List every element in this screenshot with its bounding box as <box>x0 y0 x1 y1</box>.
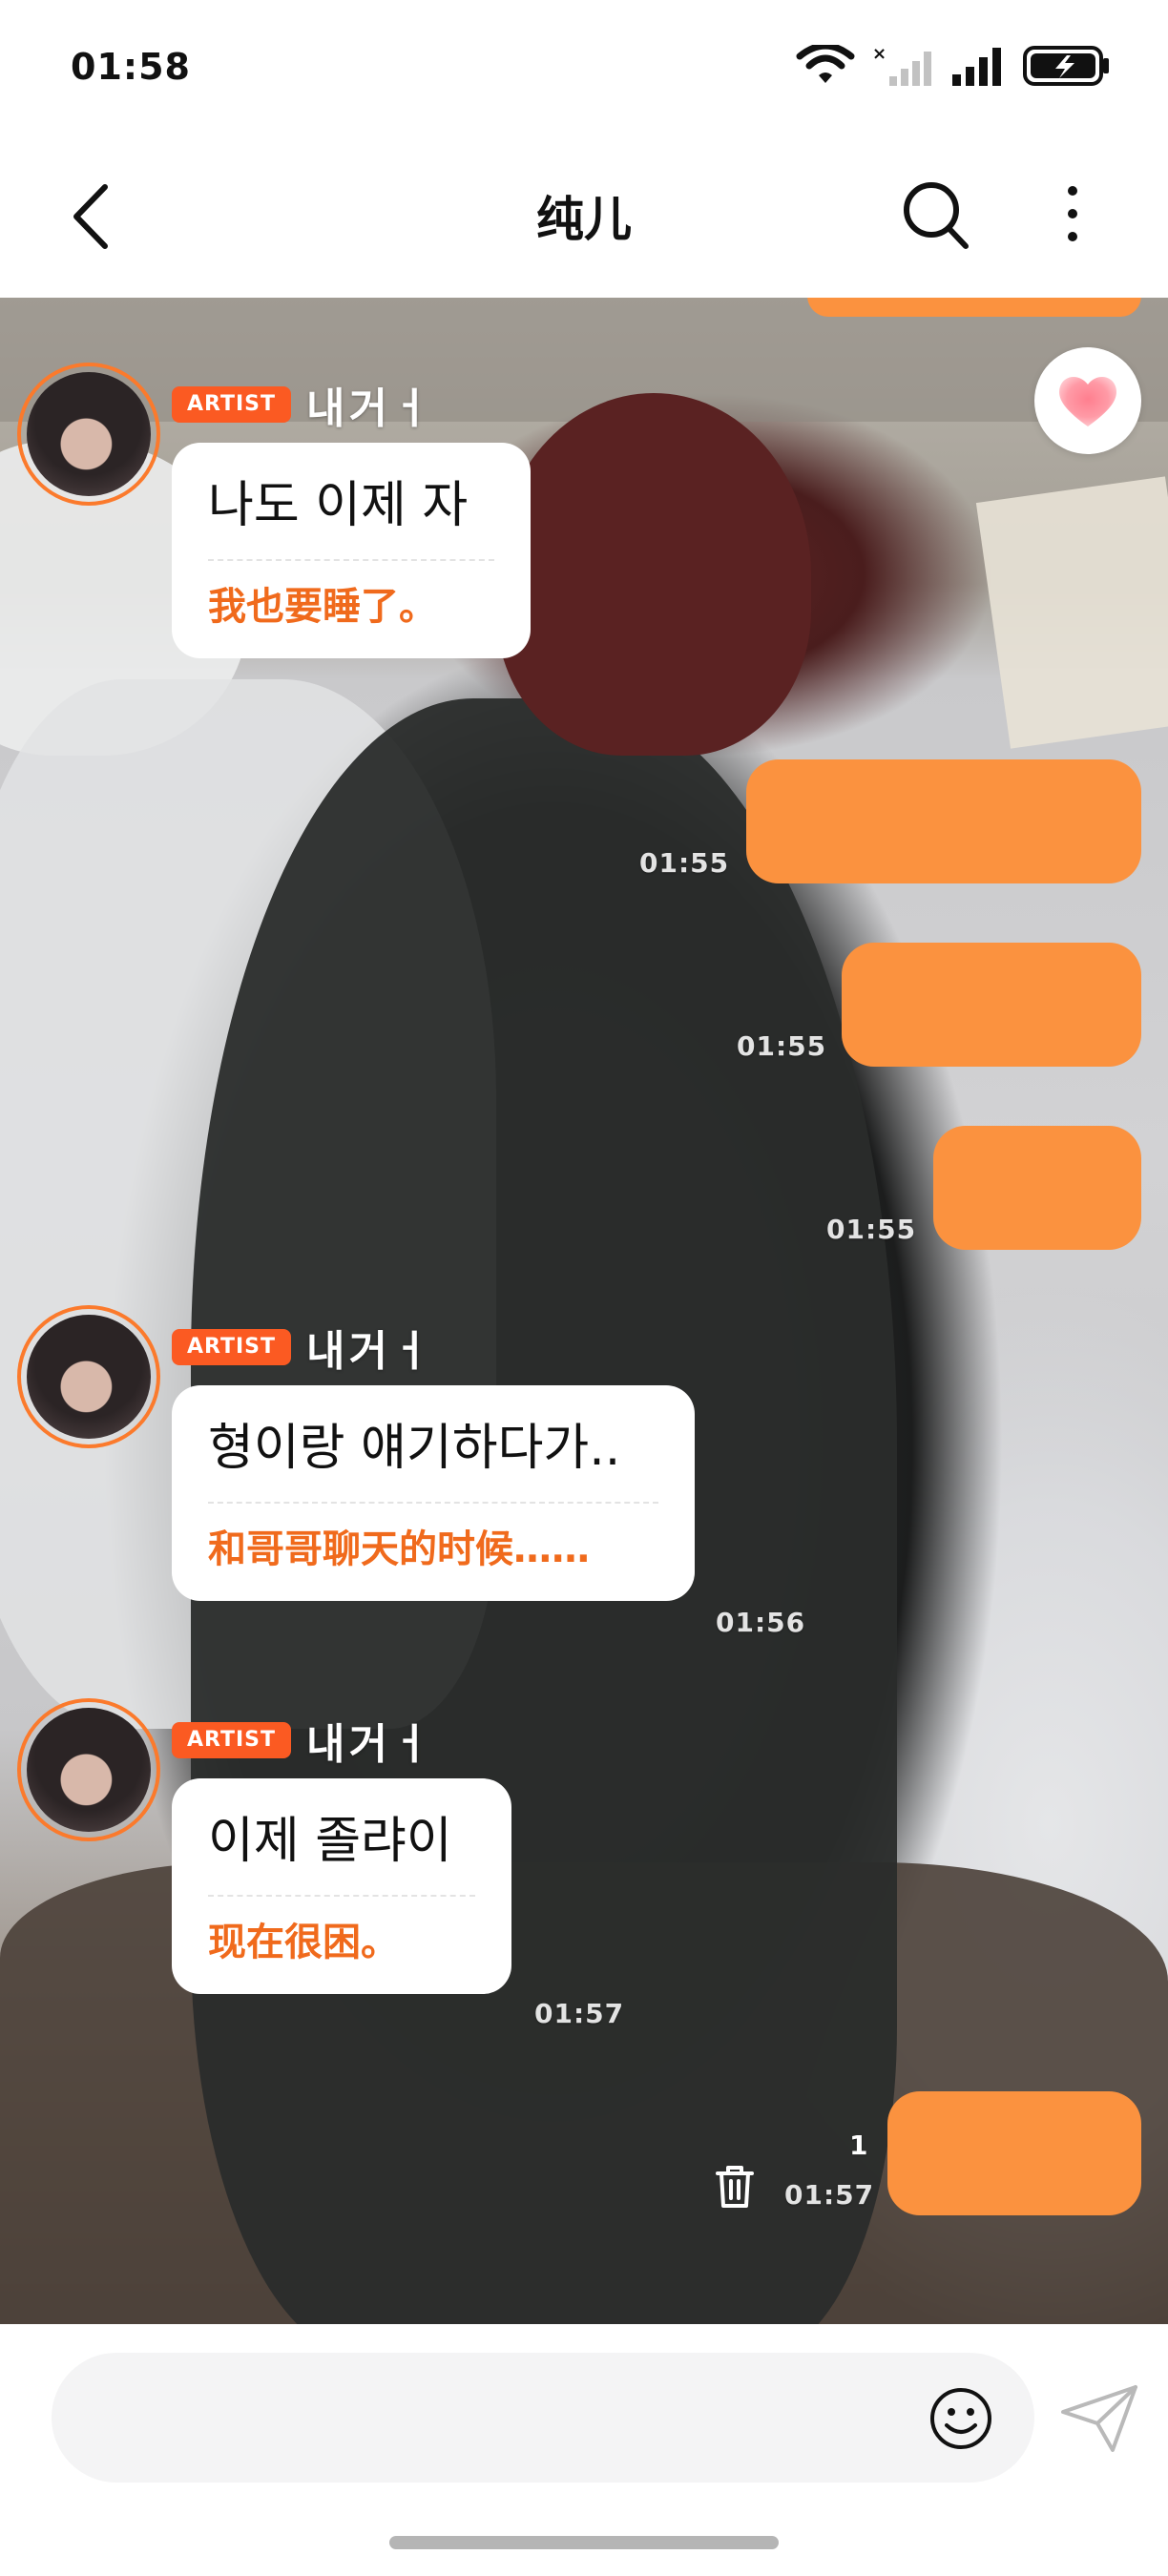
unread-count: 1 <box>849 2129 868 2161</box>
sent-message-bubble[interactable] <box>933 1126 1141 1250</box>
received-message-bubble[interactable]: 나도 이제 자 我也要睡了。 <box>172 443 531 658</box>
send-button[interactable] <box>1059 2383 1139 2454</box>
sent-message-bubble[interactable] <box>842 943 1141 1067</box>
avatar-image <box>27 1315 151 1439</box>
svg-text:×: × <box>872 44 886 64</box>
background-photo-mat <box>975 476 1168 749</box>
sender-row: ARTIST 내거ㅓ <box>172 1317 433 1378</box>
message-input[interactable] <box>52 2353 1034 2483</box>
message-time: 01:57 <box>534 1998 625 2029</box>
more-button[interactable] <box>1053 176 1092 252</box>
sent-message-bubble-partial <box>807 298 1141 317</box>
background-photo-hair <box>496 393 811 756</box>
heart-button[interactable] <box>1034 347 1141 454</box>
message-text: 이제 졸랴이 <box>208 1813 452 1870</box>
received-message-bubble[interactable]: 형이랑 얘기하다가.. 和哥哥聊天的时候…… <box>172 1385 695 1601</box>
composer-bar <box>0 2324 1168 2576</box>
delete-button[interactable] <box>712 2162 758 2212</box>
message-text: 나도 이제 자 <box>208 477 469 534</box>
sender-row: ARTIST 내거ㅓ <box>172 374 433 435</box>
emoji-icon <box>930 2388 991 2449</box>
sender-name: 내거ㅓ <box>306 1327 434 1376</box>
wifi-icon <box>796 45 855 83</box>
message-text: 형이랑 얘기하다가.. <box>208 1420 621 1477</box>
sender-name: 내거ㅓ <box>306 384 434 433</box>
search-button[interactable] <box>897 172 973 258</box>
artist-avatar[interactable] <box>17 1698 160 1841</box>
sender-name: 내거ㅓ <box>306 1720 434 1769</box>
artist-badge: ARTIST <box>172 1329 292 1365</box>
artist-badge: ARTIST <box>172 386 292 423</box>
status-bar: 01:58 × <box>0 0 1168 134</box>
avatar-image <box>27 372 151 496</box>
chat-header: 纯儿 <box>0 134 1168 298</box>
sender-row: ARTIST 내거ㅓ <box>172 1710 433 1771</box>
status-icons: × <box>796 42 1111 90</box>
artist-avatar[interactable] <box>17 363 160 506</box>
avatar-image <box>27 1708 151 1832</box>
artist-avatar[interactable] <box>17 1305 160 1448</box>
sent-message-bubble[interactable] <box>887 2091 1141 2215</box>
home-indicator[interactable] <box>389 2536 779 2549</box>
received-message-bubble[interactable]: 이제 졸랴이 现在很困。 <box>172 1778 511 1994</box>
message-time: 01:55 <box>826 1214 917 1245</box>
heart-icon <box>1059 376 1116 426</box>
artist-badge: ARTIST <box>172 1722 292 1758</box>
message-time: 01:55 <box>737 1030 827 1062</box>
no-sim-signal-icon: × <box>872 44 931 86</box>
message-translation: 和哥哥聊天的时候…… <box>208 1527 590 1571</box>
signal-icon <box>952 48 1001 86</box>
message-time: 01:55 <box>639 847 730 879</box>
chat-area[interactable]: ARTIST 내거ㅓ 나도 이제 자 我也要睡了。 01:55 01:55 01… <box>0 298 1168 2324</box>
send-icon <box>1061 2385 1137 2452</box>
sent-message-bubble[interactable] <box>746 759 1141 883</box>
battery-charging-icon <box>1023 46 1109 86</box>
status-time: 01:58 <box>71 46 191 88</box>
message-time: 01:57 <box>784 2179 875 2211</box>
message-time: 01:56 <box>716 1607 806 1638</box>
message-translation: 我也要睡了。 <box>208 585 437 629</box>
message-translation: 现在很困。 <box>208 1921 399 1964</box>
more-vertical-icon <box>1068 186 1077 241</box>
emoji-button[interactable] <box>928 2385 994 2452</box>
search-icon <box>904 182 969 249</box>
chat-title: 纯儿 <box>536 192 632 247</box>
trash-icon <box>716 2166 754 2208</box>
